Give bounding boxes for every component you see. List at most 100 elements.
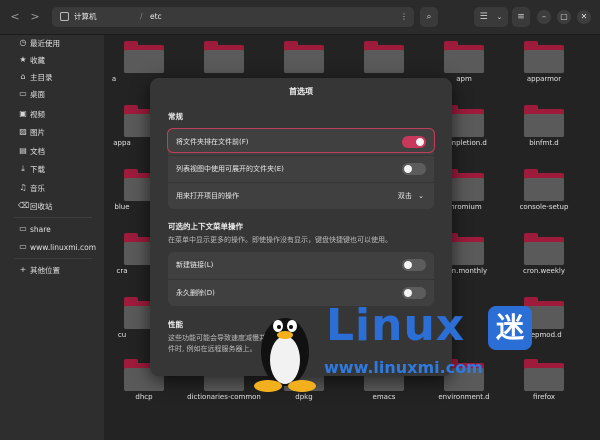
home-icon: ⌂ (20, 72, 26, 81)
document-icon: ▤ (19, 146, 27, 155)
maximize-button[interactable]: ▢ (557, 10, 571, 24)
sidebar-item-label: 视频 (30, 110, 45, 119)
desktop-icon: ▭ (19, 89, 27, 98)
switch-knob (404, 289, 412, 297)
path-separator: / (140, 12, 143, 21)
open-action-row[interactable]: 用来打开项目的操作 双击 ⌄ (168, 183, 434, 209)
expandable-folders-switch[interactable] (402, 163, 426, 175)
search-icon: ⌕ (426, 12, 432, 22)
section-description-performance-2: 件时, 例如在远程服务器上。 (168, 345, 257, 353)
context-menu-group: 新建链接(L) 永久删除(D) (168, 252, 434, 306)
sidebar-item-starred[interactable]: ★ 收藏 (0, 52, 104, 70)
sidebar-item-music[interactable]: ♫ 音乐 (0, 180, 104, 198)
path-crumb-computer[interactable]: 计算机 (74, 12, 97, 22)
star-icon: ★ (19, 55, 27, 64)
hamburger-icon: ≡ (517, 12, 525, 22)
sidebar: ◷ 最近使用 ★ 收藏 ⌂ 主目录 ▭ 桌面 ▣ 视频 ▨ 图片 ▤ 文档 ⤓ … (0, 35, 104, 440)
folder-label: dpkg (295, 393, 313, 401)
sidebar-item-label: 主目录 (30, 73, 53, 82)
video-icon: ▣ (19, 109, 27, 118)
sidebar-item-label: www.linuxmi.com (30, 243, 97, 252)
download-icon: ⤓ (21, 164, 25, 173)
create-link-label: 新建链接(L) (176, 261, 214, 269)
delete-permanently-label: 永久删除(D) (176, 289, 215, 297)
forward-button[interactable]: > (28, 9, 42, 25)
expandable-folders-row[interactable]: 列表视图中使用可展开的文件夹(E) (168, 156, 434, 182)
section-description-context-menu: 在菜单中显示更多的操作。即使操作没有显示，键盘快捷键也可以使用。 (168, 236, 392, 244)
folder-item[interactable]: cron.weekly (504, 227, 574, 287)
expandable-folders-label: 列表视图中使用可展开的文件夹(E) (176, 165, 284, 173)
view-toggle-button[interactable]: ☰ ⌄ (474, 7, 508, 27)
folder-label: environment.d (438, 393, 490, 401)
folder-label: dhcp (135, 393, 153, 401)
folder-label: a (111, 75, 117, 83)
image-icon: ▨ (19, 127, 27, 136)
focus-ring (167, 128, 435, 153)
trash-icon: ⌫ (18, 201, 30, 210)
switch-knob (404, 261, 412, 269)
back-button[interactable]: < (8, 9, 22, 25)
sidebar-item-label: 回收站 (30, 202, 53, 211)
folder-item[interactable]: console-setup (504, 163, 574, 223)
sidebar-item-label: 最近使用 (30, 39, 60, 48)
music-icon: ♫ (19, 183, 27, 192)
sidebar-item-share[interactable]: ▭ share (0, 221, 104, 239)
folder-label: console-setup (519, 203, 569, 211)
drive-icon (60, 12, 69, 21)
chevron-down-icon: ⌄ (418, 192, 424, 200)
list-view-icon: ☰ (479, 12, 488, 22)
folder-icon: ▭ (19, 224, 27, 233)
folder-label: cron.weekly (523, 267, 565, 275)
path-menu-icon[interactable]: ⋮ (400, 12, 408, 22)
sidebar-item-linuxmi[interactable]: ▭ www.linuxmi.com (0, 239, 104, 257)
dialog-title: 首选项 (289, 87, 313, 96)
create-link-row[interactable]: 新建链接(L) (168, 252, 434, 278)
create-link-switch[interactable] (402, 259, 426, 271)
tux-penguin-icon (254, 318, 316, 392)
folder-label: apparmor (526, 75, 562, 83)
folder-icon: ▭ (19, 242, 27, 251)
clock-icon: ◷ (19, 38, 27, 47)
folder-label: binfmt.d (529, 139, 559, 147)
sidebar-item-desktop[interactable]: ▭ 桌面 (0, 86, 104, 104)
close-button[interactable]: ✕ (577, 10, 591, 24)
linuxmi-watermark: Linux 迷 www.linuxmi.com (250, 302, 540, 394)
sidebar-item-label: 图片 (30, 128, 45, 137)
sidebar-item-label: 桌面 (30, 90, 45, 99)
switch-knob (404, 165, 412, 173)
path-bar[interactable]: 计算机 / etc ⋮ (52, 7, 414, 27)
plus-icon: + (19, 265, 27, 274)
watermark-url: www.linuxmi.com (324, 358, 483, 377)
sidebar-item-recent[interactable]: ◷ 最近使用 (0, 35, 104, 53)
folder-item[interactable]: apparmor (504, 35, 574, 95)
section-heading-performance: 性能 (168, 320, 183, 329)
folder-label: dictionaries-common (187, 393, 261, 401)
sidebar-item-label: 其他位置 (30, 266, 60, 275)
sidebar-item-videos[interactable]: ▣ 视频 (0, 106, 104, 124)
folder-label: firefox (532, 393, 556, 401)
sidebar-item-label: 音乐 (30, 184, 45, 193)
sidebar-item-label: 下载 (30, 165, 45, 174)
open-action-dropdown[interactable]: 双击 ⌄ (398, 191, 424, 201)
search-button[interactable]: ⌕ (420, 7, 438, 27)
delete-permanently-switch[interactable] (402, 287, 426, 299)
folder-item[interactable]: binfmt.d (504, 99, 574, 159)
chevron-down-icon: ⌄ (496, 13, 503, 21)
sidebar-item-label: share (30, 225, 51, 234)
path-crumb-etc[interactable]: etc (150, 12, 162, 22)
menu-button[interactable]: ≡ (512, 7, 530, 27)
watermark-word: Linux (326, 300, 466, 351)
open-action-value: 双击 (397, 192, 412, 200)
sidebar-item-downloads[interactable]: ⤓ 下载 (0, 161, 104, 179)
section-heading-context-menu: 可选的上下文菜单操作 (168, 222, 243, 231)
open-action-label: 用来打开项目的操作 (176, 192, 239, 200)
watermark-mi-badge: 迷 (488, 306, 532, 350)
section-heading-general: 常规 (168, 112, 183, 121)
folder-label: emacs (372, 393, 396, 401)
sidebar-divider (14, 258, 92, 259)
header-bar: < > 计算机 / etc ⋮ ⌕ ☰ ⌄ ≡ – ▢ ✕ (0, 0, 600, 35)
sidebar-item-label: 文档 (30, 147, 45, 156)
sidebar-item-label: 收藏 (30, 56, 45, 65)
sidebar-divider (14, 217, 92, 218)
minimize-button[interactable]: – (537, 10, 551, 24)
